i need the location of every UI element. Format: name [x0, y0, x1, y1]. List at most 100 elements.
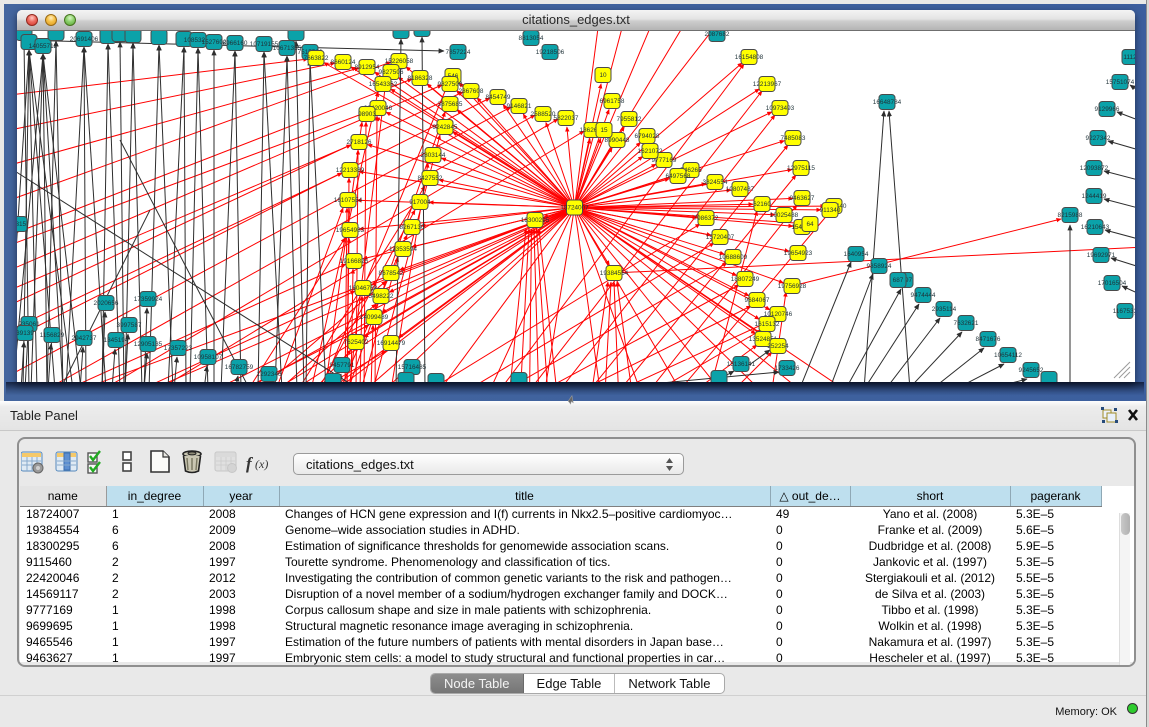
svg-text:19654983: 19654983 [336, 227, 365, 234]
svg-text:8454749: 8454749 [486, 94, 511, 101]
svg-text:9227342: 9227342 [1086, 135, 1111, 142]
svg-text:6966160: 6966160 [223, 40, 248, 47]
svg-text:19692971: 19692971 [1087, 252, 1116, 259]
svg-text:98903: 98903 [358, 111, 376, 118]
svg-text:15720407: 15720407 [706, 234, 735, 241]
svg-text:6794028: 6794028 [635, 133, 660, 140]
svg-text:9463627: 9463627 [790, 195, 815, 202]
svg-text:9684067: 9684067 [745, 297, 770, 304]
svg-text:10688609: 10688609 [719, 254, 748, 261]
svg-text:15: 15 [600, 127, 608, 134]
svg-text:14055712: 14055712 [29, 43, 58, 50]
svg-text:3315: 3315 [17, 221, 27, 228]
svg-text:1292346: 1292346 [257, 371, 282, 378]
svg-text:2718126: 2718126 [347, 139, 372, 146]
svg-text:1615132: 1615132 [755, 321, 780, 328]
svg-text:7663822: 7663822 [304, 55, 329, 62]
svg-text:1640954: 1640954 [844, 251, 869, 258]
svg-text:9129966: 9129966 [1095, 106, 1120, 113]
svg-text:252254: 252254 [767, 343, 789, 350]
svg-text:1345194: 1345194 [104, 337, 129, 344]
svg-text:19166825: 19166825 [340, 258, 369, 265]
svg-text:10958107: 10958107 [194, 354, 223, 361]
svg-text:687: 687 [893, 277, 904, 284]
svg-text:2803144: 2803144 [421, 152, 446, 159]
svg-text:9146821: 9146821 [507, 103, 532, 110]
svg-text:7485083: 7485083 [781, 135, 806, 142]
svg-text:3824554: 3824554 [703, 179, 728, 186]
svg-text:2935114: 2935114 [932, 306, 957, 313]
svg-text:8813054: 8813054 [519, 35, 544, 42]
svg-text:1112: 1112 [1123, 54, 1135, 61]
svg-text:1156829: 1156829 [40, 332, 65, 339]
svg-text:8427552: 8427552 [418, 175, 443, 182]
svg-text:19384554: 19384554 [600, 270, 629, 277]
svg-text:8267130: 8267130 [400, 224, 425, 231]
svg-text:3997587: 3997587 [117, 322, 142, 329]
svg-text:1733426: 1733426 [775, 365, 800, 372]
svg-text:10807487: 10807487 [726, 186, 755, 193]
svg-text:8186328: 8186328 [408, 75, 433, 82]
svg-text:18300295: 18300295 [521, 217, 550, 224]
svg-text:10: 10 [599, 72, 607, 79]
svg-text:18807249: 18807249 [731, 276, 760, 283]
svg-text:2942737: 2942737 [72, 335, 97, 342]
svg-text:2367608: 2367608 [459, 88, 484, 95]
svg-text:5498222: 5498222 [369, 293, 394, 300]
svg-text:20691406: 20691406 [70, 36, 99, 43]
svg-text:64: 64 [806, 221, 814, 228]
svg-text:911340: 911340 [820, 207, 841, 214]
svg-text:8678542: 8678542 [379, 270, 404, 277]
svg-text:16914479: 16914479 [377, 340, 406, 347]
svg-text:17357223: 17357223 [164, 345, 193, 352]
svg-text:9327508: 9327508 [438, 81, 463, 88]
svg-text:f: f [246, 454, 254, 473]
svg-text:5822037: 5822037 [554, 115, 579, 122]
svg-text:9457791: 9457791 [330, 362, 355, 369]
svg-text:14099489: 14099489 [360, 314, 389, 321]
svg-text:15716485: 15716485 [398, 364, 427, 371]
svg-text:16210643: 16210643 [1081, 224, 1110, 231]
svg-text:2087682: 2087682 [705, 31, 730, 38]
svg-text:39139: 39139 [17, 330, 34, 337]
svg-text:917004: 917004 [409, 199, 431, 206]
svg-text:16648784: 16648784 [873, 99, 902, 106]
svg-text:7986372: 7986372 [694, 215, 719, 222]
svg-text:9474444: 9474444 [911, 292, 936, 299]
svg-text:16033809: 16033809 [408, 31, 437, 33]
svg-text:15751074: 15751074 [1106, 79, 1135, 86]
svg-text:11353594: 11353594 [389, 246, 417, 253]
svg-text:18724007: 18724007 [560, 205, 589, 212]
svg-text:8660124: 8660124 [331, 59, 356, 66]
svg-text:2020656: 2020656 [94, 300, 119, 307]
svg-text:8990448: 8990448 [605, 137, 630, 144]
svg-text:9245652: 9245652 [1019, 367, 1044, 374]
svg-text:9358924: 9358924 [867, 263, 892, 270]
svg-text:19756928: 19756928 [778, 283, 807, 290]
svg-text:17016504: 17016504 [1098, 280, 1127, 287]
svg-text:12975115: 12975115 [787, 165, 815, 172]
svg-text:19218506: 19218506 [536, 49, 565, 56]
svg-text:1244419: 1244419 [1082, 193, 1107, 200]
svg-text:1621072: 1621072 [638, 148, 663, 155]
svg-text:8471676: 8471676 [976, 336, 1001, 343]
svg-text:15136141: 15136141 [727, 361, 756, 368]
svg-text:7632621: 7632621 [954, 320, 979, 327]
svg-text:12213967: 12213967 [753, 81, 782, 88]
svg-text:19654923: 19654923 [784, 250, 813, 257]
svg-text:9827506: 9827506 [379, 69, 404, 76]
svg-text:6497568: 6497568 [666, 173, 691, 180]
svg-text:7857224: 7857224 [446, 49, 471, 56]
svg-text:3875685: 3875685 [438, 101, 463, 108]
svg-text:8912954: 8912954 [355, 64, 380, 71]
svg-text:16107554: 16107554 [334, 197, 363, 204]
svg-text:16154808: 16154808 [735, 54, 764, 61]
svg-text:62160: 62160 [753, 201, 771, 208]
svg-text:2588520: 2588520 [531, 111, 556, 118]
svg-text:16782759: 16782759 [225, 364, 254, 371]
svg-text:10654112: 10654112 [994, 352, 1022, 359]
svg-text:7625402: 7625402 [344, 339, 369, 346]
svg-text:7955812: 7955812 [617, 116, 642, 123]
svg-text:1167533: 1167533 [1113, 308, 1135, 315]
svg-text:8215988: 8215988 [1058, 212, 1083, 219]
